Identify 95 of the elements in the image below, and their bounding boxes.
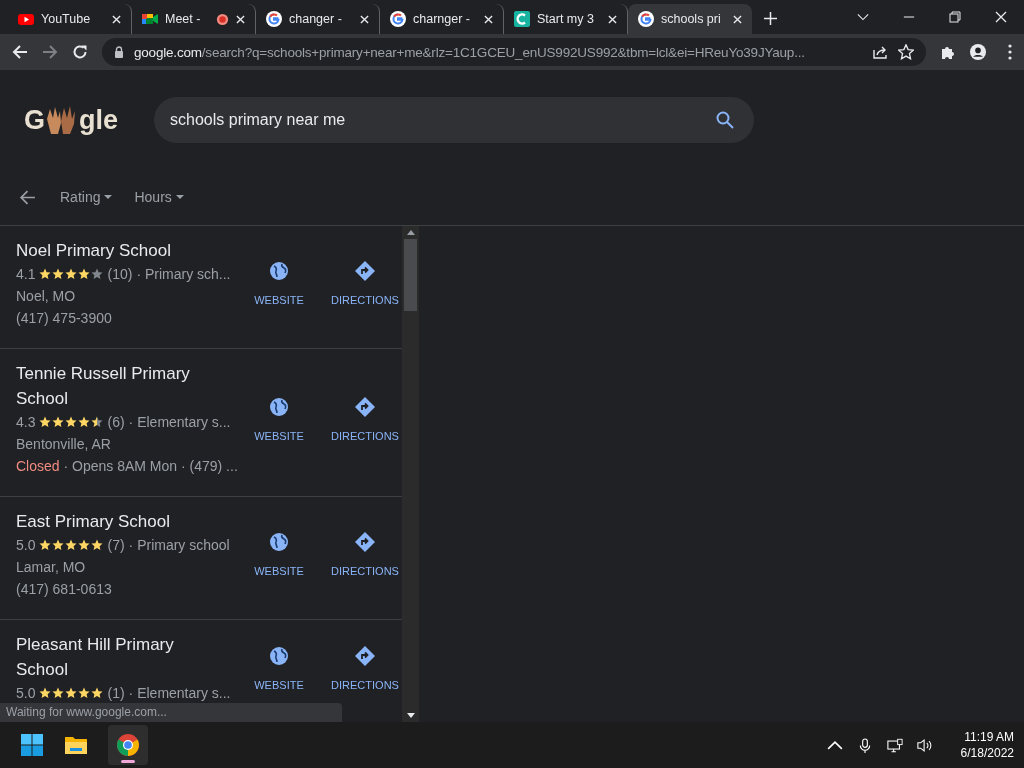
rating-value: 5.0 — [16, 536, 36, 555]
tab-title: schools pri — [661, 12, 722, 26]
puzzle-piece-icon[interactable] — [940, 44, 956, 60]
filter-dropdown[interactable]: Rating — [60, 189, 113, 205]
directions-sign-icon — [355, 261, 375, 281]
place-name[interactable]: East Primary School — [16, 509, 216, 534]
status-label: Closed — [16, 458, 60, 474]
share-icon[interactable] — [872, 44, 888, 60]
new-tab-icon[interactable] — [764, 12, 777, 25]
star-icon[interactable] — [898, 44, 914, 60]
website-link[interactable]: WEBSITE — [246, 532, 312, 577]
scrollbar[interactable] — [402, 226, 419, 722]
search-icon[interactable] — [716, 111, 735, 129]
c-logo-icon — [514, 11, 530, 27]
place-category: · Elementary s... — [128, 684, 231, 703]
logo-text: G — [24, 104, 45, 136]
status-bubble: Waiting for www.google.com... — [0, 703, 342, 722]
website-link[interactable]: WEBSITE — [246, 645, 312, 691]
directions-sign-icon — [355, 396, 375, 417]
clock-date[interactable]: 6/18/2022 — [960, 745, 1014, 761]
directions-sign-icon — [355, 645, 375, 666]
directions-link[interactable]: DIRECTIONS — [332, 261, 398, 306]
place-name[interactable]: Noel Primary School — [16, 238, 216, 263]
close-icon[interactable] — [484, 14, 493, 24]
place-detail: (417) 475-3900 — [16, 309, 113, 328]
place-detail: Lamar, MO — [16, 558, 87, 577]
taskbar-button[interactable] — [108, 725, 148, 765]
place-category: · Primary sch... — [136, 265, 231, 284]
browser-tab[interactable]: schools pri — [628, 4, 752, 34]
google-g-icon — [638, 11, 654, 27]
close-icon[interactable] — [608, 14, 617, 24]
google-g-icon — [390, 11, 406, 27]
scroll-up-icon[interactable] — [406, 230, 415, 235]
doodle-logo[interactable]: G gle — [24, 104, 119, 136]
directions-link[interactable]: DIRECTIONS — [332, 645, 398, 691]
restore-icon[interactable] — [949, 11, 961, 23]
chrome-icon — [116, 733, 140, 757]
scroll-thumb[interactable] — [404, 239, 417, 311]
back-icon[interactable] — [19, 188, 36, 206]
lock-icon — [114, 46, 124, 58]
google-g-icon — [266, 11, 282, 27]
place-name[interactable]: Tennie Russell Primary School — [16, 361, 216, 411]
place-category: · Elementary s... — [128, 413, 231, 432]
directions-sign-icon — [355, 532, 375, 552]
close-icon[interactable] — [236, 14, 245, 24]
search-bar[interactable]: schools primary near me — [154, 97, 755, 143]
address-bar[interactable]: google.com/search?q=schools+primary+near+me&rlz=1C1GCEU_enUS992US992&tbm=lcl&ei=HReuYo39JYaup... — [102, 38, 926, 66]
close-icon[interactable] — [733, 14, 742, 24]
caret-icon — [175, 195, 184, 199]
rating-value: 5.0 — [16, 684, 36, 703]
speaker-icon[interactable] — [916, 737, 933, 753]
place-detail: (417) 681-0613 — [16, 580, 113, 599]
tab-title: Start my 3 — [537, 12, 595, 26]
directions-link[interactable]: DIRECTIONS — [332, 532, 398, 577]
directions-link[interactable]: DIRECTIONS — [332, 396, 398, 442]
tab-title: charnger - — [413, 12, 471, 26]
place-detail: Noel, MO — [16, 287, 77, 306]
tab-title: YouTube — [41, 12, 92, 26]
close-icon[interactable] — [995, 11, 1007, 23]
website-link[interactable]: WEBSITE — [246, 396, 312, 442]
review-count: (6) — [107, 413, 125, 432]
review-count: (7) — [107, 536, 125, 555]
review-count: (10) — [107, 265, 133, 284]
profile-icon[interactable] — [970, 44, 986, 60]
clock-time[interactable]: 11:19 AM — [964, 729, 1014, 745]
place-name[interactable]: Pleasant Hill Primary School — [16, 632, 216, 682]
video-camera-icon — [142, 11, 158, 27]
globe-icon — [269, 532, 289, 552]
tab-title: Meet - — [165, 12, 202, 26]
globe-icon — [269, 261, 289, 281]
search-field[interactable]: schools primary near me — [170, 111, 717, 129]
globe-icon — [269, 396, 289, 417]
caret-icon — [104, 195, 113, 199]
chevron-down-icon[interactable] — [857, 11, 869, 23]
network-icon[interactable] — [886, 737, 903, 753]
review-count: (1) — [107, 684, 125, 703]
tab-title: changer - — [289, 12, 343, 26]
more-menu-icon[interactable] — [1008, 44, 1012, 60]
rating-value: 4.1 — [16, 265, 36, 284]
reload-icon[interactable] — [72, 44, 88, 60]
website-link[interactable]: WEBSITE — [246, 261, 312, 306]
forward-icon[interactable] — [42, 44, 58, 60]
hours-text: · Opens 8AM Mon · (479) ... — [63, 458, 238, 474]
close-icon[interactable] — [360, 14, 369, 24]
rating-value: 4.3 — [16, 413, 36, 432]
play-logo-icon — [18, 11, 34, 27]
place-category: · Primary school — [128, 536, 230, 555]
logo-text: gle — [79, 104, 119, 136]
windows-start-icon[interactable] — [20, 733, 44, 757]
scroll-down-icon[interactable] — [406, 713, 415, 718]
globe-icon — [269, 645, 289, 666]
place-detail: Bentonville, AR — [16, 435, 112, 454]
filter-dropdown[interactable]: Hours — [134, 189, 184, 205]
url-text: google.com/search?q=schools+primary+near+me&rlz=1C1GCEU_enUS992US992&tbm=lcl&ei=HReuYo39JYaup... — [134, 44, 806, 60]
close-icon[interactable] — [112, 14, 121, 24]
